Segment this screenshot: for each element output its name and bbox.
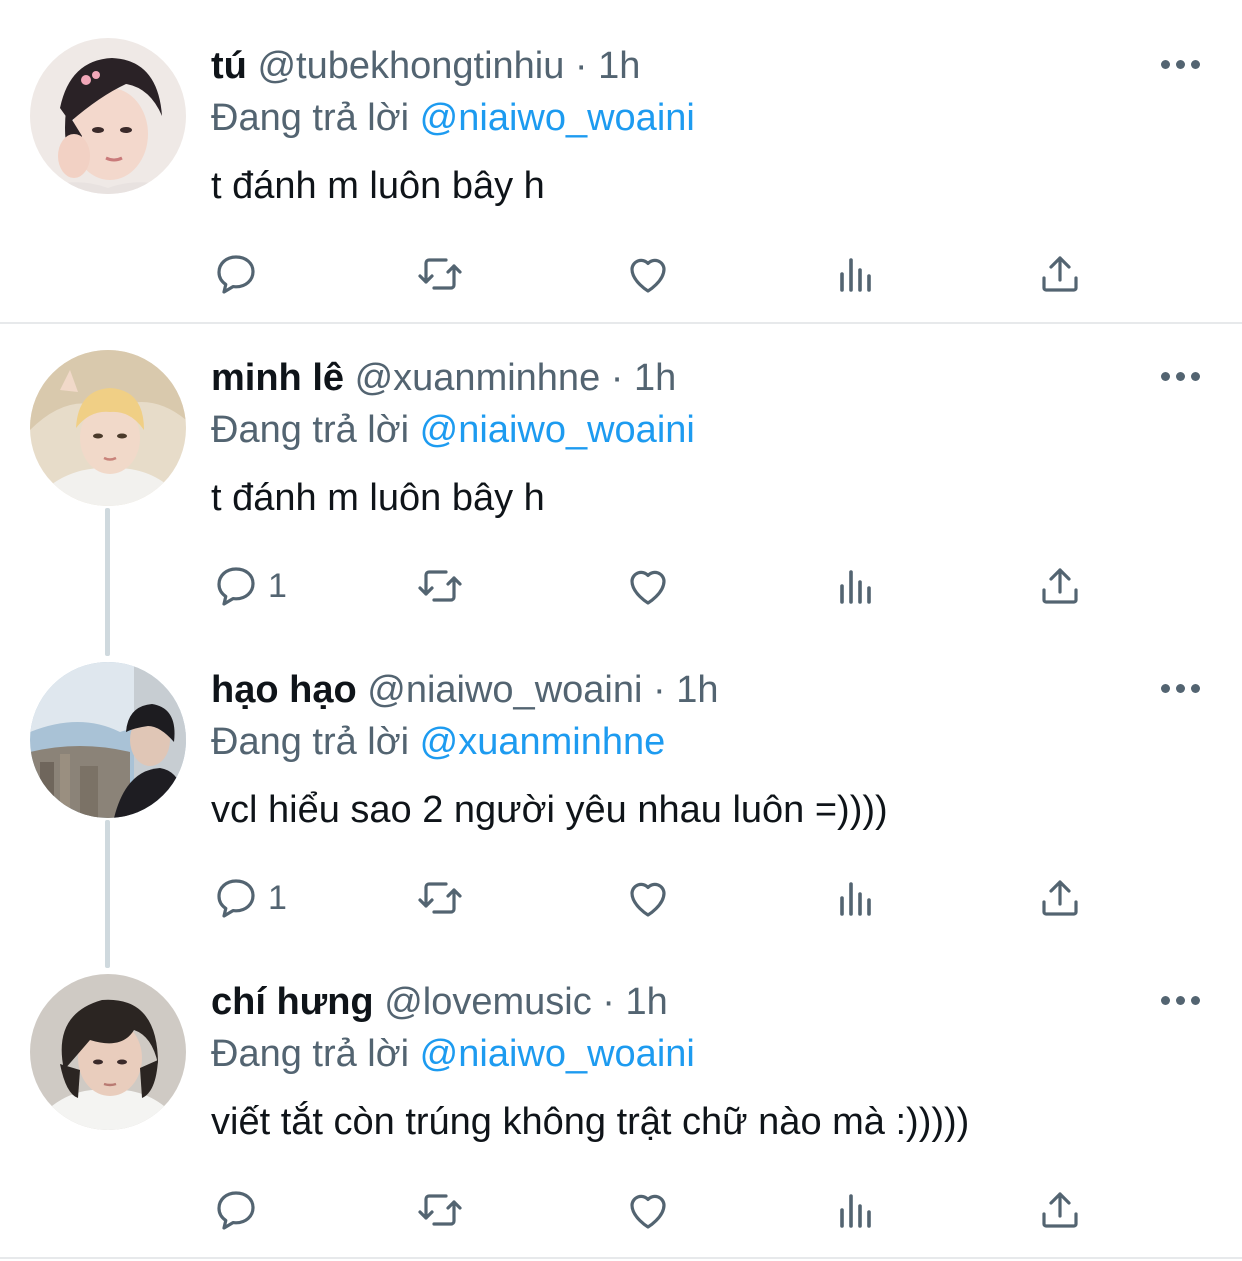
separator-dot: ·	[652, 669, 666, 711]
share-icon	[1042, 880, 1078, 916]
tweet-text: t đánh m luôn bây h	[211, 165, 545, 207]
user-handle[interactable]: @xuanminhne	[355, 357, 601, 399]
views-button[interactable]	[832, 244, 880, 304]
user-handle[interactable]: @tubekhongtinhiu	[257, 45, 564, 87]
views-icon	[840, 258, 871, 292]
tweet-text: t đánh m luôn bây h	[211, 477, 545, 519]
mention-link[interactable]: @xuanminhne	[420, 721, 666, 763]
reply-button[interactable]	[212, 244, 260, 304]
timestamp[interactable]: 1h	[634, 357, 676, 399]
action-bar	[0, 1180, 1242, 1240]
more-icon[interactable]	[1158, 678, 1202, 698]
like-icon	[630, 258, 666, 293]
share-icon	[1042, 1192, 1078, 1228]
like-icon	[630, 1194, 666, 1229]
user-handle[interactable]: @lovemusic	[384, 981, 592, 1023]
like-icon	[630, 570, 666, 605]
tweet[interactable]: minh lê @xuanminhne · 1h Đang trả lời @n…	[0, 326, 1242, 638]
views-icon	[840, 882, 871, 916]
action-bar	[0, 244, 1242, 304]
more-icon[interactable]	[1158, 990, 1202, 1010]
reply-button[interactable]	[212, 1180, 260, 1240]
share-icon	[1042, 568, 1078, 604]
tweet-header: minh lê @xuanminhne · 1h	[211, 352, 676, 404]
replying-prefix: Đang trả lời	[211, 409, 410, 451]
like-button[interactable]	[624, 868, 672, 928]
like-button[interactable]	[624, 244, 672, 304]
replying-prefix: Đang trả lời	[211, 97, 410, 139]
reply-icon	[217, 1191, 255, 1230]
avatar[interactable]	[30, 350, 186, 506]
tweet-text: viết tắt còn trúng không trật chữ nào mà…	[211, 1101, 970, 1143]
retweet-icon	[418, 570, 462, 602]
display-name[interactable]: chí hưng	[211, 981, 374, 1023]
retweet-icon	[418, 258, 462, 290]
retweet-button[interactable]	[416, 1180, 464, 1240]
timestamp[interactable]: 1h	[676, 669, 718, 711]
replying-prefix: Đang trả lời	[211, 721, 410, 763]
reply-button[interactable]: 1	[212, 556, 287, 616]
more-icon[interactable]	[1158, 366, 1202, 386]
retweet-button[interactable]	[416, 556, 464, 616]
separator-dot: ·	[610, 357, 624, 399]
tweet-header: tú @tubekhongtinhiu · 1h	[211, 40, 640, 92]
action-bar: 1	[0, 868, 1242, 928]
display-name[interactable]: hạo hạo	[211, 669, 357, 711]
like-button[interactable]	[624, 556, 672, 616]
views-icon	[840, 1194, 871, 1228]
mention-link[interactable]: @niaiwo_woaini	[420, 97, 695, 139]
more-icon[interactable]	[1158, 54, 1202, 74]
display-name[interactable]: tú	[211, 45, 247, 87]
replying-to: Đang trả lời @niaiwo_woaini	[211, 92, 695, 144]
retweet-icon	[418, 882, 462, 914]
like-icon	[630, 882, 666, 917]
retweet-icon	[418, 1194, 462, 1226]
like-button[interactable]	[624, 1180, 672, 1240]
tweet-header: hạo hạo @niaiwo_woaini · 1h	[211, 664, 718, 716]
reply-count: 1	[268, 566, 287, 605]
tweet-header: chí hưng @lovemusic · 1h	[211, 976, 668, 1028]
share-button[interactable]	[1036, 868, 1084, 928]
views-button[interactable]	[832, 556, 880, 616]
views-icon	[840, 570, 871, 604]
avatar[interactable]	[30, 662, 186, 818]
timestamp[interactable]: 1h	[598, 45, 640, 87]
tweet[interactable]: tú @tubekhongtinhiu · 1h Đang trả lời @n…	[0, 0, 1242, 324]
tweet[interactable]: chí hưng @lovemusic · 1h Đang trả lời @n…	[0, 950, 1242, 1259]
replying-to: Đang trả lời @niaiwo_woaini	[211, 404, 695, 456]
replying-to: Đang trả lời @xuanminhne	[211, 716, 665, 768]
separator-dot: ·	[574, 45, 588, 87]
mention-link[interactable]: @niaiwo_woaini	[420, 409, 695, 451]
views-button[interactable]	[832, 868, 880, 928]
avatar[interactable]	[30, 38, 186, 194]
views-button[interactable]	[832, 1180, 880, 1240]
mention-link[interactable]: @niaiwo_woaini	[420, 1033, 695, 1075]
replying-prefix: Đang trả lời	[211, 1033, 410, 1075]
retweet-button[interactable]	[416, 244, 464, 304]
avatar[interactable]	[30, 974, 186, 1130]
share-button[interactable]	[1036, 1180, 1084, 1240]
user-handle[interactable]: @niaiwo_woaini	[367, 669, 642, 711]
reply-icon	[217, 879, 255, 918]
retweet-button[interactable]	[416, 868, 464, 928]
tweet[interactable]: hạo hạo @niaiwo_woaini · 1h Đang trả lời…	[0, 638, 1242, 950]
reply-count: 1	[268, 878, 287, 917]
reply-icon	[217, 567, 255, 606]
reply-icon	[217, 255, 255, 294]
share-button[interactable]	[1036, 556, 1084, 616]
display-name[interactable]: minh lê	[211, 357, 344, 399]
share-button[interactable]	[1036, 244, 1084, 304]
share-icon	[1042, 256, 1078, 292]
replying-to: Đang trả lời @niaiwo_woaini	[211, 1028, 695, 1080]
tweet-text: vcl hiểu sao 2 người yêu nhau luôn =))))	[211, 789, 888, 831]
timestamp[interactable]: 1h	[625, 981, 667, 1023]
separator-dot: ·	[602, 981, 615, 1023]
reply-button[interactable]: 1	[212, 868, 287, 928]
action-bar: 1	[0, 556, 1242, 616]
